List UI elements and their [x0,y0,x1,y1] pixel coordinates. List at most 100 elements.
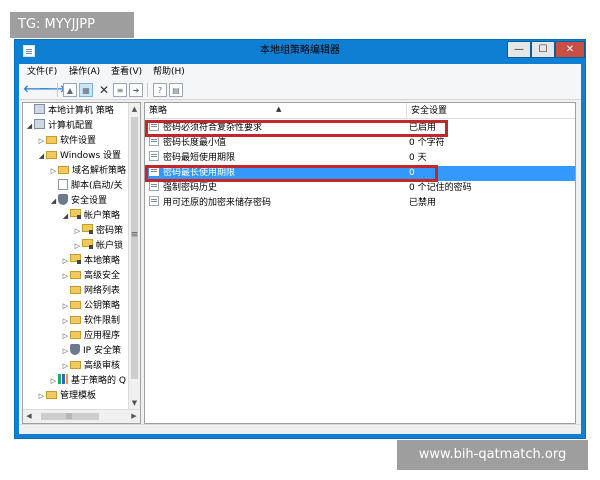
toolbar-separator [57,83,58,97]
twisty-icon[interactable]: ▷ [61,299,70,314]
show-tree-icon[interactable]: ▦ [79,83,93,97]
tree-item-software-restriction[interactable]: ▷ 软件限制 [61,314,120,329]
folder-icon [46,151,57,159]
tree-item-local-policies[interactable]: ▷ 本地策略 [61,254,120,269]
twisty-icon[interactable]: ▷ [49,164,58,179]
tree-pane[interactable]: 本地计算机 策略 ◢ 计算机配置 ▷ 软件设置 ◢ Windows 设置 ▷ 域名解析策… [22,102,141,424]
minimize-button[interactable]: — [507,41,531,58]
tree-item-account-policy[interactable]: ◢ 帐户策略 [61,209,120,224]
back-arrow-icon[interactable]: 🡐 [23,83,50,97]
tree-item-name-resolution[interactable]: ▷ 域名解析策略 [49,164,126,179]
delete-icon[interactable]: ✕ [97,83,111,97]
policy-value: 0 个记住的密码 [409,183,472,193]
toolbar-separator [147,83,148,97]
tree-horizontal-scrollbar[interactable]: ◀ ||| ▶ [23,409,140,423]
export-list-icon[interactable]: ➜ [129,83,143,97]
scroll-left-icon[interactable]: ◀ [23,410,35,423]
tree-item-local-policy[interactable]: 本地计算机 策略 [25,104,114,119]
policy-icon [149,151,159,161]
folder-icon [70,361,81,369]
twisty-icon[interactable]: ◢ [61,209,70,224]
tree-item-policy-qos[interactable]: ▷ 基于策略的 Q [49,374,126,389]
policy-row[interactable]: 密码长度最小值 0 个字符 [145,136,575,151]
extended-view-icon[interactable]: ▤ [169,83,183,97]
folder-lock-icon [82,239,93,247]
scroll-thumb[interactable] [131,117,138,379]
tree-item-computer-config[interactable]: ◢ 计算机配置 [25,119,93,134]
menu-view[interactable]: 查看(V) [111,64,142,80]
computer-icon [34,104,45,114]
tree-item-ip-security[interactable]: ▷ IP 安全策 [61,344,121,359]
column-header-setting[interactable]: 安全设置 [407,103,575,119]
column-header-label: 策略 [149,106,168,116]
twisty-icon[interactable]: ▷ [37,134,46,149]
highlight-box-complexity [145,120,448,137]
twisty-icon[interactable]: ▷ [37,389,46,404]
tree-item-label: 应用程序 [84,331,121,341]
twisty-icon[interactable]: ▷ [49,374,58,389]
folder-lock-icon [70,254,81,262]
policy-name: 强制密码历史 [163,183,218,193]
highlight-box-max-age [145,165,438,182]
twisty-icon[interactable]: ▷ [61,254,70,269]
twisty-icon[interactable]: ▷ [73,239,82,254]
tree-item-label: Windows 设置 [60,151,122,161]
scroll-down-icon[interactable]: ▼ [129,397,140,409]
column-header-label: 安全设置 [411,106,448,116]
tree-item-advanced-security[interactable]: ▷ 高级安全 [61,269,120,284]
policy-row[interactable]: 强制密码历史 0 个记住的密码 [145,181,575,196]
folder-icon [70,301,81,309]
gpedit-window: 本地组策略编辑器 — ☐ ✕ 文件(F) 操作(A) 查看(V) 帮助(H) 🡐… [14,39,586,439]
toolbar: 🡐 🡒 ▲ ▦ ✕ ≡ ➜ ? ▤ [19,80,581,100]
scroll-right-icon[interactable]: ▶ [128,410,140,423]
tree-item-label: 高级安全 [84,271,121,281]
tree-item-admin-templates[interactable]: ▷ 管理模板 [37,389,96,404]
tree-item-security-settings[interactable]: ◢ 安全设置 [49,194,107,209]
maximize-button[interactable]: ☐ [531,41,555,58]
policy-icon [149,136,159,146]
column-header-policy[interactable]: 策略 ▲ [145,103,407,119]
tree-item-network-list[interactable]: 网络列表 [61,284,120,299]
policy-value: 0 个字符 [409,138,445,148]
scroll-up-icon[interactable]: ▲ [129,103,140,115]
tree-item-public-key[interactable]: ▷ 公钥策略 [61,299,120,314]
menu-help[interactable]: 帮助(H) [153,64,185,80]
tree-item-windows-settings[interactable]: ◢ Windows 设置 [37,149,121,164]
menu-file[interactable]: 文件(F) [27,64,57,80]
tree-item-lockout-policy[interactable]: ▷ 帐户锁 [73,239,123,254]
up-folder-icon[interactable]: ▲ [63,83,77,97]
tree-item-password-policy[interactable]: ▷ 密码策 [73,224,123,239]
tree-item-label: 域名解析策略 [72,166,127,176]
close-button[interactable]: ✕ [555,41,585,58]
twisty-icon[interactable]: ▷ [61,269,70,284]
tree-vertical-scrollbar[interactable]: ▲ ≡ ▼ [128,103,140,409]
twisty-icon[interactable]: ◢ [25,119,34,134]
twisty-icon[interactable]: ▷ [61,314,70,329]
policy-name: 密码长度最小值 [163,138,227,148]
tree-item-app-control[interactable]: ▷ 应用程序 [61,329,120,344]
policy-row[interactable]: 密码最短使用期限 0 天 [145,151,575,166]
policy-row[interactable]: 用可还原的加密来储存密码 已禁用 [145,196,575,211]
help-icon[interactable]: ? [153,83,167,97]
menu-action[interactable]: 操作(A) [69,64,100,80]
twisty-icon[interactable]: ▷ [61,359,70,374]
policy-list-pane[interactable]: 策略 ▲ 安全设置 密码必须符合复杂性要求 已启用 密码长度最小值 0 个字符 … [144,102,576,424]
shield-icon [58,194,68,205]
twisty-icon[interactable]: ▷ [61,344,70,359]
tree-item-software-settings[interactable]: ▷ 软件设置 [37,134,96,149]
tree-item-advanced-audit[interactable]: ▷ 高级审核 [61,359,120,374]
tree-item-label: 管理模板 [60,391,97,401]
forward-arrow-icon[interactable]: 🡒 [39,83,66,97]
tree-item-scripts[interactable]: 脚本(启动/关 [49,179,123,194]
watermark-top: TG: MYYJJPP [10,12,134,38]
properties-icon[interactable]: ≡ [113,83,127,97]
twisty-icon[interactable]: ▷ [73,224,82,239]
policy-name: 用可还原的加密来储存密码 [163,198,272,208]
twisty-icon[interactable]: ◢ [37,149,46,164]
tree-item-label: 计算机配置 [48,121,94,131]
tree-item-label: 高级审核 [84,361,121,371]
twisty-icon[interactable]: ▷ [61,329,70,344]
tree-item-label: 本地策略 [84,256,121,266]
title-bar[interactable]: 本地组策略编辑器 — ☐ ✕ [15,40,585,62]
twisty-icon[interactable]: ◢ [49,194,58,209]
